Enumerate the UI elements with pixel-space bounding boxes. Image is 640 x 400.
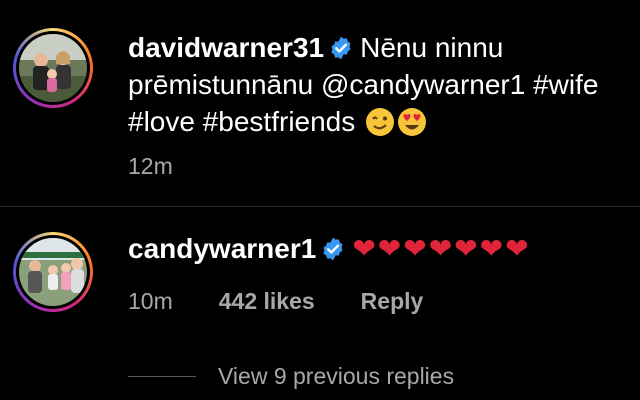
comment-meta: 12m	[128, 153, 173, 180]
likes-count[interactable]: 442 likes	[219, 288, 315, 315]
timestamp: 10m	[128, 288, 173, 314]
divider	[0, 206, 640, 207]
username[interactable]: davidwarner31	[128, 32, 324, 63]
reply-button[interactable]: Reply	[361, 288, 424, 315]
view-previous-replies-button[interactable]: View 9 previous replies	[128, 363, 454, 390]
username[interactable]: candywarner1	[128, 233, 316, 264]
replies-line	[128, 376, 196, 377]
avatar[interactable]	[19, 238, 87, 306]
timestamp: 12m	[128, 153, 173, 179]
comment-body: davidwarner31 Nēnu ninnu prēmistunnānu @c…	[128, 29, 626, 140]
comment-hearts: ❤❤❤❤❤❤❤	[352, 233, 531, 264]
avatar-story-ring[interactable]	[13, 28, 93, 108]
view-replies-label: View 9 previous replies	[218, 363, 455, 389]
comment-davidwarner31: davidwarner31 Nēnu ninnu prēmistunnānu @c…	[0, 0, 640, 206]
comment-candywarner1: candywarner1 ❤❤❤❤❤❤❤ 10m 442 likes Reply …	[0, 208, 640, 400]
avatar-story-ring[interactable]	[13, 232, 93, 312]
avatar[interactable]	[19, 34, 87, 102]
verified-badge-icon	[323, 237, 343, 261]
comment-body: candywarner1 ❤❤❤❤❤❤❤	[128, 230, 626, 267]
winking-face-emoji	[366, 108, 395, 136]
heart-eyes-emoji	[398, 108, 427, 136]
verified-badge-icon	[331, 36, 351, 60]
comment-meta: 10m 442 likes Reply	[128, 288, 423, 315]
